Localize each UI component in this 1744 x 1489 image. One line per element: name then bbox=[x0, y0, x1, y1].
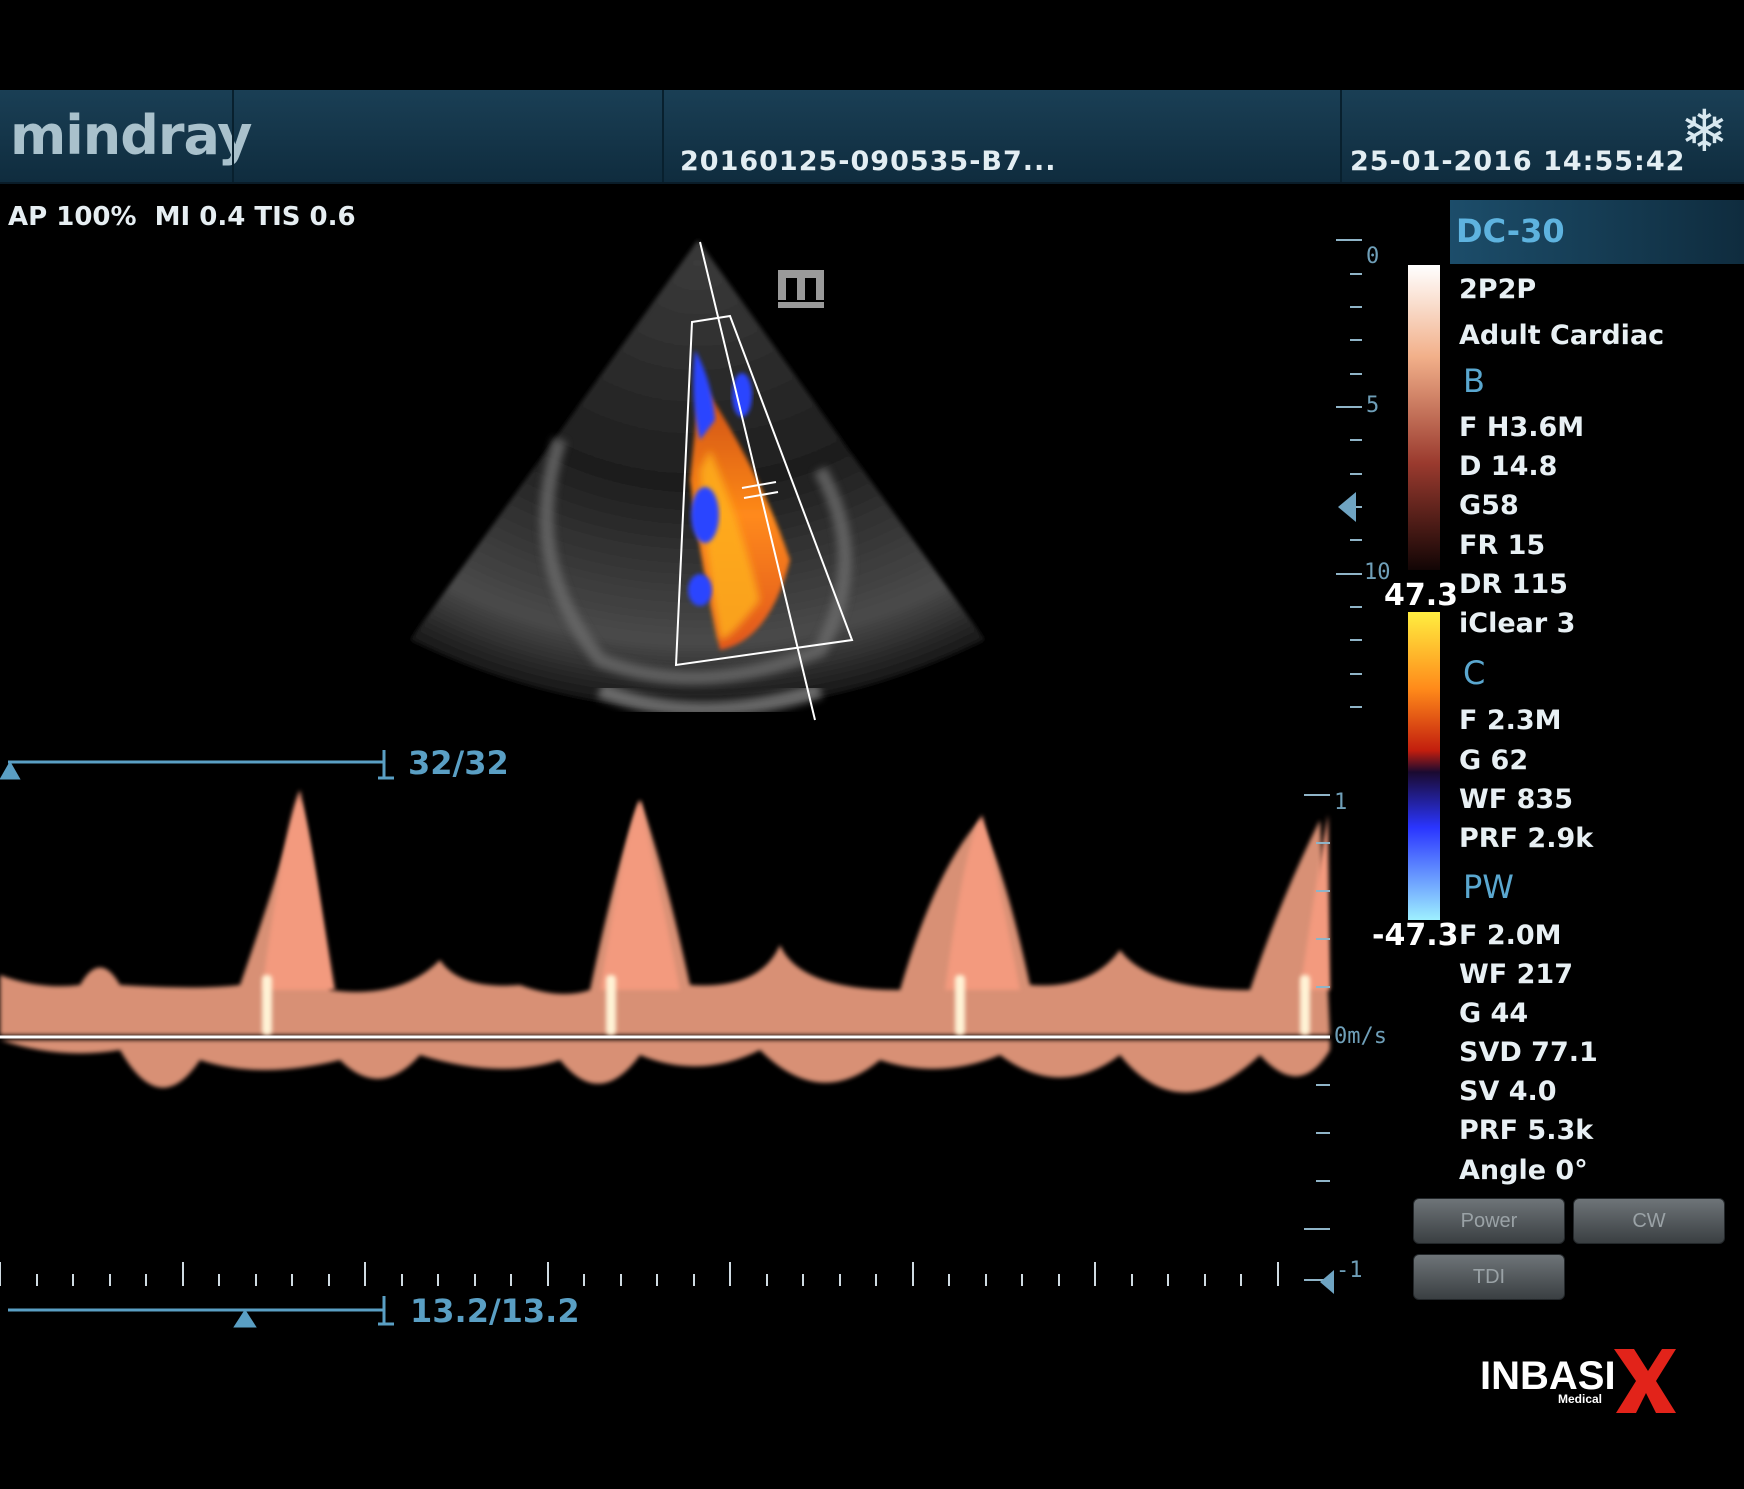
depth-scale bbox=[1336, 239, 1362, 708]
mode-c-label: C bbox=[1463, 654, 1486, 692]
doppler-time-axis bbox=[0, 1262, 1279, 1286]
watermark-subtext: Medical bbox=[1558, 1392, 1602, 1406]
tdi-button[interactable]: TDI bbox=[1413, 1254, 1565, 1300]
color-velocity-scale-bar bbox=[1408, 612, 1440, 920]
mode-pw-label: PW bbox=[1463, 868, 1514, 906]
orientation-marker-icon bbox=[778, 270, 824, 308]
pw-param: Angle 0° bbox=[1459, 1155, 1588, 1186]
velocity-label-bottom: -1 bbox=[1336, 1258, 1363, 1283]
pw-param: SV 4.0 bbox=[1459, 1076, 1557, 1107]
pw-param: SVD 77.1 bbox=[1459, 1037, 1598, 1068]
velocity-label-top: 1 bbox=[1334, 790, 1348, 815]
time-counter: 13.2/13.2 bbox=[410, 1292, 580, 1330]
mode-b-label: B bbox=[1463, 362, 1485, 400]
probe-name: DC-30 bbox=[1456, 212, 1565, 250]
depth-label-0: 0 bbox=[1366, 244, 1380, 269]
cw-button[interactable]: CW bbox=[1573, 1198, 1725, 1244]
exam-type-label: Adult Cardiac bbox=[1459, 320, 1665, 351]
pw-param: F 2.0M bbox=[1459, 920, 1562, 951]
b-param: G58 bbox=[1459, 490, 1519, 521]
b-param: F H3.6M bbox=[1459, 412, 1585, 443]
c-param: G 62 bbox=[1459, 745, 1529, 776]
inbasix-logo: INBASI Medical bbox=[1480, 1349, 1676, 1413]
color-scale-max: 47.3 bbox=[1384, 578, 1459, 613]
power-button[interactable]: Power bbox=[1413, 1198, 1565, 1244]
image-frame-counter: 32/32 bbox=[408, 744, 509, 782]
image-cine-slider bbox=[0, 750, 394, 780]
time-cine-slider bbox=[8, 1296, 394, 1328]
c-param: F 2.3M bbox=[1459, 705, 1562, 736]
b-param: iClear 3 bbox=[1459, 608, 1576, 639]
b-mode-gray-scale-bar bbox=[1408, 265, 1440, 570]
transducer-label: 2P2P bbox=[1459, 274, 1537, 305]
focus-marker-icon bbox=[1338, 492, 1356, 522]
velocity-baseline-label: 0m/s bbox=[1334, 1024, 1387, 1049]
pw-param: G 44 bbox=[1459, 998, 1529, 1029]
pw-param: PRF 5.3k bbox=[1459, 1115, 1594, 1146]
b-param: D 14.8 bbox=[1459, 451, 1558, 482]
b-param: FR 15 bbox=[1459, 530, 1546, 561]
b-param: DR 115 bbox=[1459, 569, 1568, 600]
baseline-arrow-icon bbox=[1320, 1270, 1334, 1294]
pw-param: WF 217 bbox=[1459, 959, 1573, 990]
color-scale-min: -47.3 bbox=[1372, 918, 1459, 953]
depth-label-5: 5 bbox=[1366, 393, 1380, 418]
c-param: PRF 2.9k bbox=[1459, 823, 1594, 854]
c-param: WF 835 bbox=[1459, 784, 1573, 815]
